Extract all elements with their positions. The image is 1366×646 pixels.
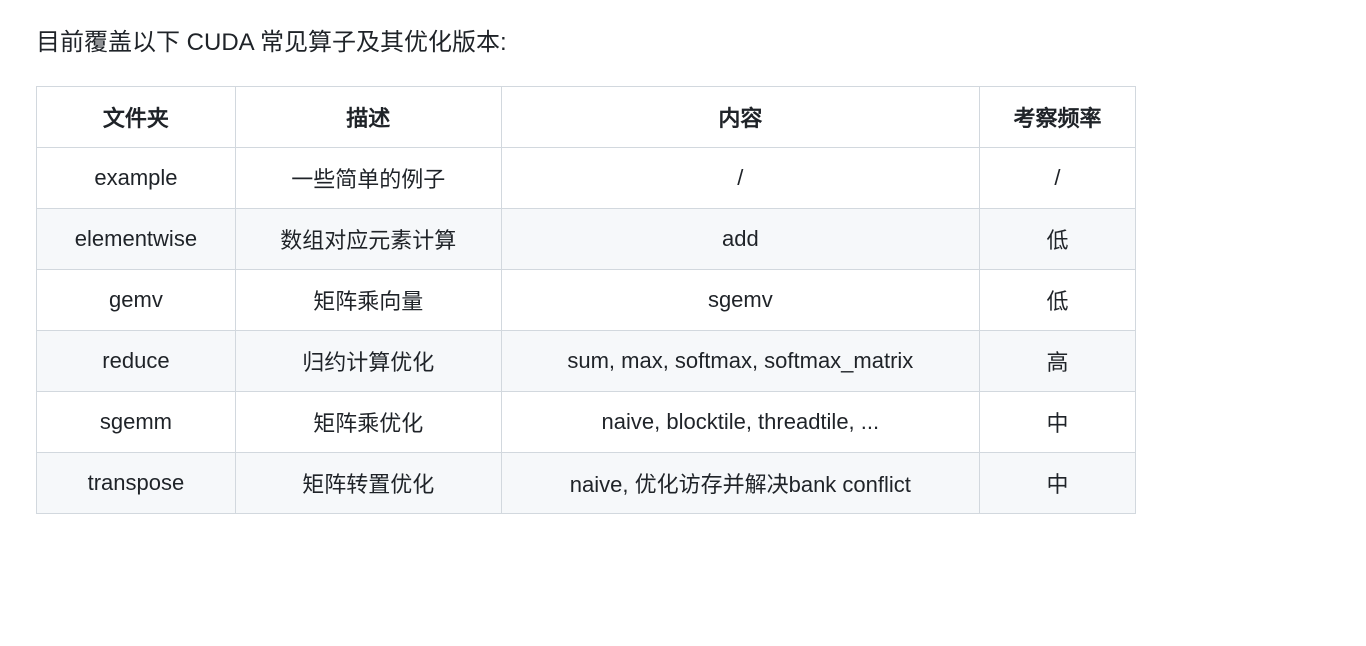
cell-folder: gemv: [37, 270, 236, 331]
cell-freq: 高: [979, 331, 1135, 392]
table-row: transpose 矩阵转置优化 naive, 优化访存并解决bank conf…: [37, 453, 1136, 514]
cell-freq: 低: [979, 270, 1135, 331]
cell-desc: 矩阵转置优化: [235, 453, 501, 514]
cell-content: sgemv: [501, 270, 979, 331]
header-content: 内容: [501, 87, 979, 148]
cell-folder: sgemm: [37, 392, 236, 453]
cell-freq: /: [979, 148, 1135, 209]
cell-folder: example: [37, 148, 236, 209]
operators-table: 文件夹 描述 内容 考察频率 example 一些简单的例子 / / eleme…: [36, 86, 1136, 514]
cell-freq: 低: [979, 209, 1135, 270]
header-desc: 描述: [235, 87, 501, 148]
cell-content: /: [501, 148, 979, 209]
cell-desc: 矩阵乘优化: [235, 392, 501, 453]
table-header-row: 文件夹 描述 内容 考察频率: [37, 87, 1136, 148]
table-row: gemv 矩阵乘向量 sgemv 低: [37, 270, 1136, 331]
table-row: reduce 归约计算优化 sum, max, softmax, softmax…: [37, 331, 1136, 392]
cell-desc: 矩阵乘向量: [235, 270, 501, 331]
cell-desc: 数组对应元素计算: [235, 209, 501, 270]
header-folder: 文件夹: [37, 87, 236, 148]
cell-folder: transpose: [37, 453, 236, 514]
cell-freq: 中: [979, 453, 1135, 514]
table-row: example 一些简单的例子 / /: [37, 148, 1136, 209]
cell-content: naive, 优化访存并解决bank conflict: [501, 453, 979, 514]
cell-folder: reduce: [37, 331, 236, 392]
cell-content: sum, max, softmax, softmax_matrix: [501, 331, 979, 392]
cell-folder: elementwise: [37, 209, 236, 270]
cell-content: naive, blocktile, threadtile, ...: [501, 392, 979, 453]
table-row: sgemm 矩阵乘优化 naive, blocktile, threadtile…: [37, 392, 1136, 453]
cell-desc: 归约计算优化: [235, 331, 501, 392]
cell-desc: 一些简单的例子: [235, 148, 501, 209]
header-freq: 考察频率: [979, 87, 1135, 148]
cell-freq: 中: [979, 392, 1135, 453]
cell-content: add: [501, 209, 979, 270]
table-row: elementwise 数组对应元素计算 add 低: [37, 209, 1136, 270]
intro-text: 目前覆盖以下 CUDA 常见算子及其优化版本:: [36, 24, 1330, 62]
